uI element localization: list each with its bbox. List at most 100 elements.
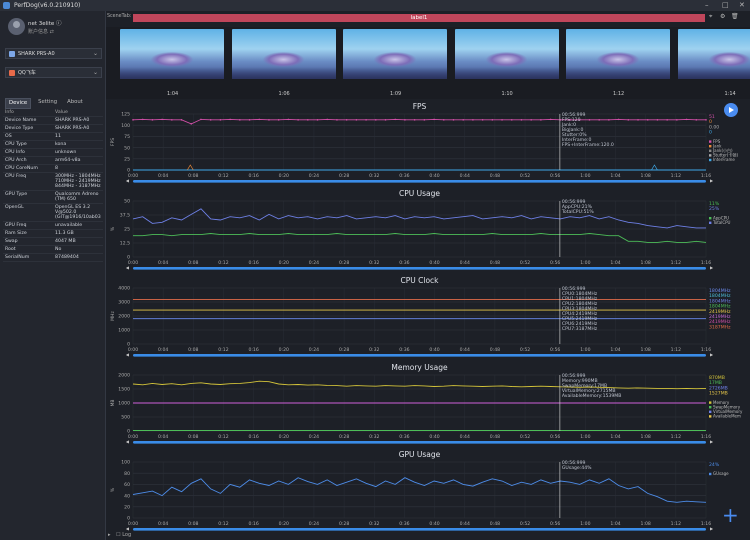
data-point [268,119,270,121]
table-row: GPU Freq unavailable [3,222,103,230]
tab-about[interactable]: About [64,98,86,107]
y-tick-label: 20 [124,505,130,511]
chart-svg[interactable]: Memory Usage MB 0 500 1000 1500 2000 0:00 0:04 0:… [106,361,750,447]
chart-svg[interactable]: GPU Usage% 0 20 40 60 80 100 0:00 0:04 0:08 0:12 0:… [106,448,750,534]
chart-svg[interactable]: CPU Clock MHz 0 1000 2000 3000 4000 0:00 0:04 0:0… [106,274,750,360]
prop-key: GPU Freq [5,223,27,228]
account-info[interactable]: 账户信息 ⇄ [28,28,54,35]
y-tick-label: 100 [121,460,130,466]
current-value: 1804MHz [709,293,731,299]
x-tick-label: 0:44 [460,347,470,353]
x-tick-label: 1:08 [641,434,651,440]
data-point [491,119,494,121]
y-tick-label: 80 [124,471,130,477]
current-value: 25% [709,206,720,212]
legend-label: TotalCPU [712,220,731,225]
legend-swatch [709,415,712,418]
x-tick-label: 0:08 [188,521,198,527]
chart-svg[interactable]: FPS FPS 0 25 50 75 100 125 0:00 0:04 0:08 0:12 0:16 0… [106,100,750,186]
maximize-icon[interactable]: □ [722,0,729,11]
y-tick-label: 100 [121,123,130,129]
screenshot-thumbnail[interactable] [231,29,336,79]
x-tick-label: 0:08 [188,347,198,353]
y-tick-label: 4000 [118,286,130,292]
prop-value: SHARK PRS-A0 [55,118,90,123]
delete-icon[interactable]: 🗑 [731,13,739,20]
x-tick-label: 0:00 [128,260,138,266]
add-chart-button[interactable]: + [722,505,739,525]
chevron-down-icon[interactable]: ⌄ [93,68,98,78]
table-row: CPU Info unknown [3,149,103,157]
timeline-scrubber[interactable] [133,267,706,270]
thumbnail-time: 1:09 [390,91,402,97]
minimize-icon[interactable]: – [705,0,709,11]
data-point [501,119,503,121]
app-select[interactable]: QQ飞车 ⌄ [5,67,102,78]
x-tick-label: 0:20 [279,173,289,179]
device-select[interactable]: SHARK PRS-A0 ⌄ [5,48,102,59]
gear-icon[interactable]: ⚙ [720,13,725,20]
prop-value: unknown [55,150,77,155]
location-icon[interactable]: ⌖ [709,13,712,21]
chart-cpu-usage[interactable]: CPU Usage% 0 12.5 25 37.5 50 0:00 0:04 0:08 0:12 0… [106,187,750,273]
chart-memory-usage[interactable]: Memory Usage MB 0 500 1000 1500 2000 0:00 0:04 0:… [106,361,750,447]
screenshot-thumbnail[interactable] [120,29,224,79]
legend-swatch [709,145,712,148]
data-point [540,119,542,121]
tooltip-line: TotalCPU:51% [561,209,594,215]
user-switch-icon[interactable]: ⇄ [50,29,54,35]
legend-swatch [709,217,712,220]
y-tick-label: 40 [124,493,130,499]
timeline-scrubber[interactable] [133,180,706,183]
data-point [307,119,309,121]
chevron-down-icon[interactable]: ⌄ [93,49,98,59]
x-tick-label: 0:12 [218,260,228,266]
data-point [229,118,231,121]
chart-fps[interactable]: FPS FPS 0 25 50 75 100 125 0:00 0:04 0:08 0:12 0:16 0… [106,100,750,186]
x-tick-label: 1:04 [610,434,620,440]
chart-title: GPU Usage [399,450,441,459]
screenshot-thumbnail[interactable] [343,29,447,79]
tab-setting[interactable]: Setting [35,98,60,107]
legend-swatch [709,472,712,476]
current-value: 24% [709,462,720,468]
x-tick-label: 0:48 [490,434,500,440]
timeline-scrubber[interactable] [133,354,706,357]
y-tick-label: 50 [124,199,130,205]
screenshot-thumbnail[interactable] [454,29,559,79]
x-tick-label: 0:36 [399,434,409,440]
chart-background [106,274,750,360]
chart-gpu-usage[interactable]: GPU Usage% 0 20 40 60 80 100 0:00 0:04 0:08 0:12 0:… [106,448,750,534]
data-point [646,119,649,121]
user-panel[interactable]: net 3elite ⓘ 账户信息 ⇄ [8,17,104,43]
tab-device[interactable]: Device [5,98,32,109]
x-tick-label: 1:08 [641,260,651,266]
x-tick-label: 0:20 [279,521,289,527]
screenshot-thumbnail[interactable] [677,29,750,79]
chart-cpu-clock[interactable]: CPU Clock MHz 0 1000 2000 3000 4000 0:00 0:04 0:0… [106,274,750,360]
timeline-scrubber[interactable] [133,441,706,444]
sidebar-tabs: Device Setting About [5,98,90,109]
x-tick-label: 1:04 [610,347,620,353]
avatar[interactable] [8,18,25,35]
current-value: 51 [709,114,715,120]
x-tick-label: 0:08 [188,260,198,266]
chart-background [106,448,750,534]
data-point [685,118,688,121]
info-icon[interactable]: ⓘ [56,21,62,27]
chart-svg[interactable]: CPU Usage% 0 12.5 25 37.5 50 0:00 0:04 0:08 0:12 0… [106,187,750,273]
play-button[interactable] [724,103,738,117]
x-tick-label: 1:12 [671,434,681,440]
close-icon[interactable]: ✕ [739,0,745,11]
x-tick-label: 0:40 [429,347,439,353]
log-checkbox[interactable]: ☐ [116,532,120,538]
x-tick-label: 0:16 [248,347,258,353]
x-tick-label: 0:04 [158,260,168,266]
data-point [190,123,193,125]
scene-tab[interactable]: label1 [133,14,705,22]
screenshot-thumbnail[interactable] [566,29,670,79]
y-tick-label: 3000 [118,300,130,306]
legend-swatch [709,154,712,157]
scene-label: SceneTab: [107,14,132,19]
expand-icon[interactable]: ▸ [108,532,111,538]
